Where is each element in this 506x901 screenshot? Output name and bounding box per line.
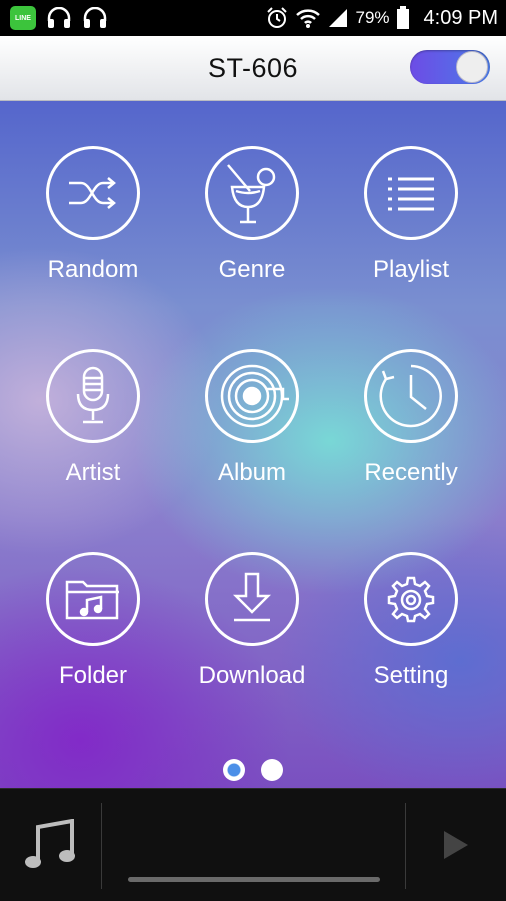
menu-item-random[interactable]: Random [13,146,173,306]
menu-item-album-circle[interactable] [205,349,299,443]
page-indicator [0,759,506,781]
menu-item-folder-label: Folder [58,662,128,689]
wifi-icon [295,7,321,29]
menu-item-random-label: Random [47,256,139,283]
menu-item-random-circle[interactable] [46,146,140,240]
signal-icon [327,8,349,28]
download-icon [232,572,272,622]
line-app-icon: LINE [10,6,36,30]
menu-item-artist[interactable]: Artist [13,349,173,509]
line-app-label: LINE [15,14,31,22]
mini-player [0,788,506,901]
menu-item-album[interactable]: Album [172,349,332,509]
clock: 4:09 PM [423,6,498,29]
menu-item-playlist[interactable]: Playlist [331,146,491,306]
status-bar: LINE 79% 4:09 PM [0,0,506,36]
menu-item-folder-circle[interactable] [46,552,140,646]
menu-item-setting-circle[interactable] [364,552,458,646]
menu-item-genre-circle[interactable] [205,146,299,240]
now-playing-button[interactable] [0,789,100,901]
menu-item-recently-label: Recently [364,459,458,486]
menu-item-recently[interactable]: Recently [331,349,491,509]
clock-icon [379,364,442,428]
gear-icon [387,576,435,623]
battery-icon [396,6,410,30]
microphone-icon [76,366,110,424]
battery-percent: 79% [355,8,390,27]
menu-item-recently-circle[interactable] [364,349,458,443]
toggle-knob[interactable] [456,51,488,83]
divider [101,803,102,889]
title-bar: ST-606 [0,36,506,101]
play-icon [444,831,468,859]
page-dot-1[interactable] [223,759,245,781]
playback-progress[interactable] [128,877,380,882]
shuffle-icon [69,177,116,209]
music-folder-icon [65,580,119,620]
menu-item-genre-label: Genre [218,256,286,283]
power-toggle[interactable] [410,50,490,84]
menu-item-folder[interactable]: Folder [13,552,173,712]
play-button[interactable] [406,789,506,901]
menu-item-download[interactable]: Download [172,552,332,712]
headphones-icon [46,7,72,29]
vinyl-icon [220,364,289,428]
list-icon [388,177,434,211]
menu-item-playlist-label: Playlist [372,256,450,283]
menu-item-playlist-circle[interactable] [364,146,458,240]
main-menu: Random Genre Playlist Artist Album Recen… [0,101,506,788]
cocktail-icon [227,164,276,224]
alarm-icon [265,6,289,30]
menu-item-download-circle[interactable] [205,552,299,646]
page-title: ST-606 [207,52,299,83]
menu-item-album-label: Album [217,459,287,486]
headphones-icon [82,7,108,29]
page-dot-2[interactable] [261,759,283,781]
music-note-icon [25,819,75,868]
menu-item-setting-label: Setting [373,662,449,689]
menu-item-setting[interactable]: Setting [331,552,491,712]
menu-item-artist-label: Artist [65,459,121,486]
menu-item-download-label: Download [198,662,306,689]
menu-item-artist-circle[interactable] [46,349,140,443]
menu-item-genre[interactable]: Genre [172,146,332,306]
